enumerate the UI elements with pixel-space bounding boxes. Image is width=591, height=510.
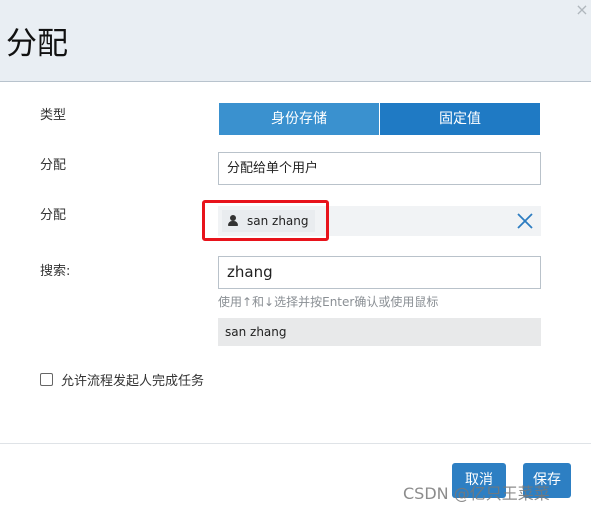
dialog-title: 分配 [6,26,68,62]
assignee-chip: san zhang [222,210,315,232]
initiator-complete-checkbox[interactable] [40,373,53,386]
type-option-fixed-value[interactable]: 固定值 [380,103,540,135]
initiator-complete-label: 允许流程发起人完成任务 [61,374,205,389]
type-label: 类型 [40,108,67,123]
search-label: 搜索: [40,264,71,279]
dialog-header: 分配 × [0,0,591,82]
remove-assignee-icon[interactable] [515,211,535,231]
search-input[interactable]: zhang [218,256,541,289]
type-segmented-control: 身份存储 固定值 [219,103,540,135]
initiator-complete-option: 允许流程发起人完成任务 [40,370,204,389]
search-hint: 使用↑和↓选择并按Enter确认或使用鼠标 [218,295,439,309]
footer-divider [0,443,591,444]
assignee-field[interactable]: san zhang [218,206,541,236]
type-option-identity-store[interactable]: 身份存储 [219,103,379,135]
close-icon[interactable]: × [575,2,589,18]
assignee-label: 分配 [40,208,67,223]
assign-label: 分配 [40,158,67,173]
search-result-item[interactable]: san zhang [218,318,541,346]
watermark: CSDN @亿只王菜菜 [403,484,550,503]
assignee-chip-label: san zhang [247,214,309,228]
assign-select[interactable]: 分配给单个用户 [218,152,541,185]
user-icon [228,215,238,227]
